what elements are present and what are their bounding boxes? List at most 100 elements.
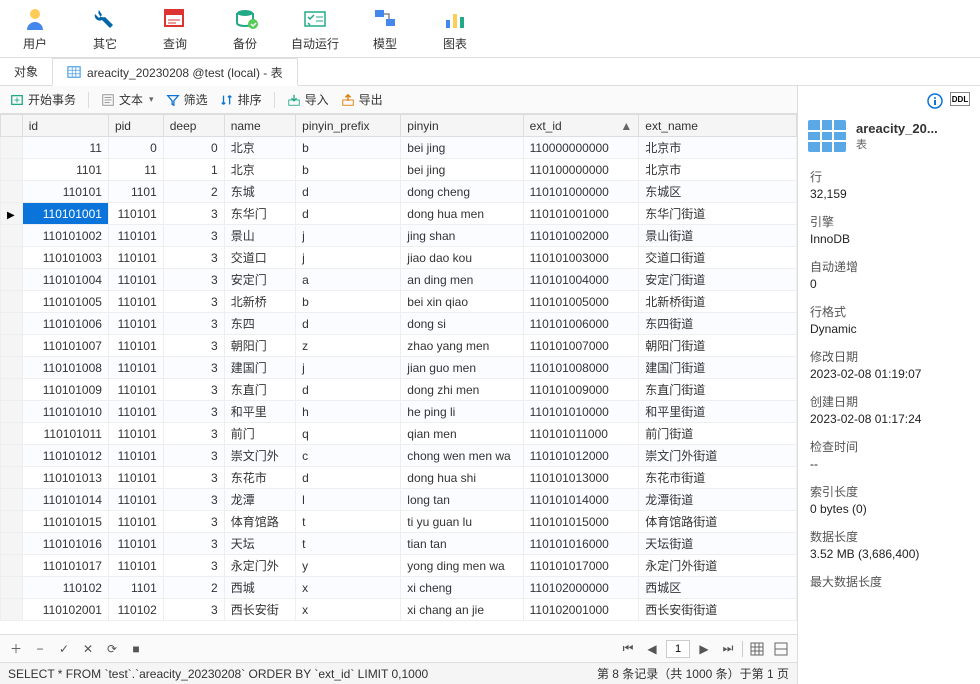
cancel-button[interactable]: ✕ [78,639,98,659]
cell-id[interactable]: 110101014 [22,489,108,511]
first-page-button[interactable]: ⏮ [618,639,638,659]
cell-pinyin-prefix[interactable]: x [296,577,401,599]
cell-pid[interactable]: 11 [108,159,163,181]
cell-pinyin[interactable]: jiao dao kou [401,247,523,269]
cell-ext-id[interactable]: 110101004000 [523,269,639,291]
cell-deep[interactable]: 2 [163,577,224,599]
form-view-button[interactable] [771,639,791,659]
cell-ext-name[interactable]: 东直门街道 [639,379,797,401]
cell-name[interactable]: 北京 [224,159,295,181]
cell-pinyin-prefix[interactable]: d [296,313,401,335]
table-row[interactable]: 1101010151101013体育馆路tti yu guan lu110101… [1,511,797,533]
table-row[interactable]: 1101010161101013天坛ttian tan110101016000天… [1,533,797,555]
cell-deep[interactable]: 0 [163,137,224,159]
begin-transaction-button[interactable]: 开始事务 [10,91,76,108]
column-header-pinyin[interactable]: pinyin [401,115,523,137]
next-page-button[interactable]: ▶ [694,639,714,659]
tab-table-active[interactable]: areacity_20230208 @test (local) - 表 [52,58,298,86]
cell-id[interactable]: 110101003 [22,247,108,269]
cell-name[interactable]: 北京 [224,137,295,159]
cell-name[interactable]: 体育馆路 [224,511,295,533]
column-header-pid[interactable]: pid [108,115,163,137]
cell-pinyin-prefix[interactable]: t [296,511,401,533]
cell-id[interactable]: 110101007 [22,335,108,357]
table-row[interactable]: 1101020011101023西长安街xxi chang an jie1101… [1,599,797,621]
cell-pid[interactable]: 110101 [108,335,163,357]
cell-pinyin-prefix[interactable]: d [296,467,401,489]
cell-pid[interactable]: 1101 [108,181,163,203]
cell-id[interactable]: 110101010 [22,401,108,423]
cell-deep[interactable]: 3 [163,247,224,269]
import-button[interactable]: 导入 [287,91,329,108]
toolbar-chart-button[interactable]: 图表 [420,5,490,52]
cell-deep[interactable]: 3 [163,379,224,401]
column-header-pinyin_prefix[interactable]: pinyin_prefix [296,115,401,137]
cell-pinyin-prefix[interactable]: t [296,533,401,555]
cell-ext-name[interactable]: 北京市 [639,159,797,181]
cell-pinyin[interactable]: long tan [401,489,523,511]
table-row[interactable]: 1101010071101013朝阳门zzhao yang men1101010… [1,335,797,357]
toolbar-wrench-button[interactable]: 其它 [70,5,140,52]
cell-pid[interactable]: 110101 [108,445,163,467]
table-row[interactable]: 1101010031101013交道口jjiao dao kou11010100… [1,247,797,269]
table-row[interactable]: 1100北京bbei jing110000000000北京市 [1,137,797,159]
cell-pinyin-prefix[interactable]: l [296,489,401,511]
ddl-icon[interactable]: DDL [950,92,970,106]
cell-pinyin-prefix[interactable]: d [296,379,401,401]
cell-pinyin-prefix[interactable]: j [296,247,401,269]
cell-pid[interactable]: 110101 [108,247,163,269]
cell-deep[interactable]: 3 [163,313,224,335]
cell-pinyin-prefix[interactable]: b [296,291,401,313]
cell-pid[interactable]: 110101 [108,423,163,445]
cell-pid[interactable]: 110101 [108,357,163,379]
cell-pid[interactable]: 0 [108,137,163,159]
cell-deep[interactable]: 3 [163,269,224,291]
cell-id[interactable]: 110101012 [22,445,108,467]
cell-pinyin[interactable]: jing shan [401,225,523,247]
cell-ext-name[interactable]: 交道口街道 [639,247,797,269]
cell-pinyin[interactable]: ti yu guan lu [401,511,523,533]
cell-ext-id[interactable]: 110101009000 [523,379,639,401]
cell-deep[interactable]: 3 [163,357,224,379]
cell-name[interactable]: 天坛 [224,533,295,555]
page-number-input[interactable] [666,640,690,658]
cell-ext-id[interactable]: 110101011000 [523,423,639,445]
cell-id[interactable]: 110102001 [22,599,108,621]
cell-id[interactable]: 110101001 [22,203,108,225]
cell-deep[interactable]: 3 [163,401,224,423]
cell-pinyin[interactable]: he ping li [401,401,523,423]
cell-pinyin[interactable]: dong cheng [401,181,523,203]
cell-name[interactable]: 朝阳门 [224,335,295,357]
cell-pinyin-prefix[interactable]: x [296,599,401,621]
cell-pid[interactable]: 110101 [108,203,163,225]
cell-ext-name[interactable]: 东花市街道 [639,467,797,489]
cell-deep[interactable]: 3 [163,225,224,247]
cell-id[interactable]: 110101006 [22,313,108,335]
cell-pinyin-prefix[interactable]: q [296,423,401,445]
cell-pid[interactable]: 110101 [108,291,163,313]
column-header-name[interactable]: name [224,115,295,137]
cell-name[interactable]: 交道口 [224,247,295,269]
last-page-button[interactable]: ⏭ [718,639,738,659]
cell-ext-id[interactable]: 110101012000 [523,445,639,467]
cell-pid[interactable]: 1101 [108,577,163,599]
cell-name[interactable]: 东花市 [224,467,295,489]
cell-ext-name[interactable]: 前门街道 [639,423,797,445]
apply-button[interactable]: ✓ [54,639,74,659]
table-row[interactable]: 11010111012东城ddong cheng110101000000东城区 [1,181,797,203]
table-row[interactable]: ▶1101010011101013东华门ddong hua men1101010… [1,203,797,225]
cell-deep[interactable]: 3 [163,203,224,225]
cell-pinyin-prefix[interactable]: c [296,445,401,467]
cell-pinyin[interactable]: zhao yang men [401,335,523,357]
table-row[interactable]: 1101010121101013崇文门外cchong wen men wa110… [1,445,797,467]
cell-id[interactable]: 110101008 [22,357,108,379]
cell-name[interactable]: 景山 [224,225,295,247]
table-row[interactable]: 1101010171101013永定门外yyong ding men wa110… [1,555,797,577]
cell-name[interactable]: 北新桥 [224,291,295,313]
cell-name[interactable]: 和平里 [224,401,295,423]
cell-deep[interactable]: 3 [163,291,224,313]
cell-name[interactable]: 前门 [224,423,295,445]
cell-ext-id[interactable]: 110101013000 [523,467,639,489]
cell-ext-id[interactable]: 110102000000 [523,577,639,599]
cell-ext-name[interactable]: 北新桥街道 [639,291,797,313]
